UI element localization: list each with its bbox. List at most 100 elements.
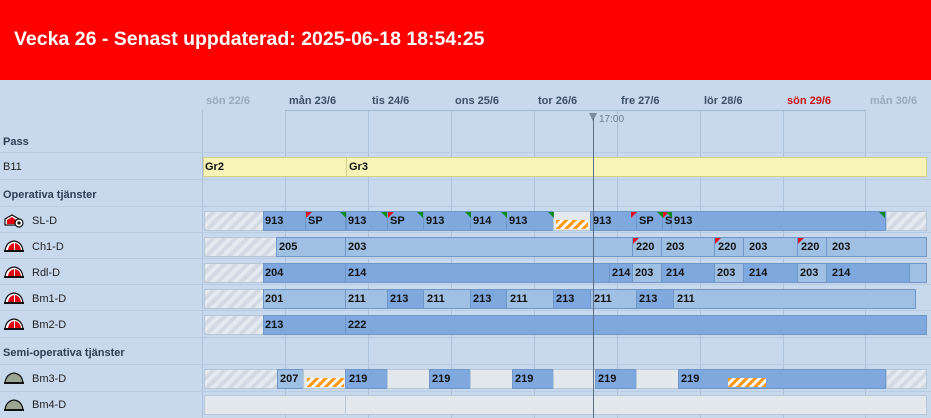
schedule-bar (204, 315, 264, 335)
fire-helmet-red-icon (4, 318, 24, 330)
bar-label: 214 (749, 267, 768, 279)
day-header[interactable]: mån 30/6 (870, 95, 917, 107)
day-header[interactable]: lör 28/6 (704, 95, 743, 107)
bar-label: 214 (832, 267, 851, 279)
green-flag-icon (340, 212, 346, 218)
bar-label: 913 (509, 215, 528, 227)
bar-label: S (665, 215, 673, 227)
day-header[interactable]: ons 25/6 (455, 95, 499, 107)
schedule-bar (387, 369, 430, 389)
fire-helmet-red-icon (4, 240, 24, 252)
schedule-bar[interactable] (346, 157, 927, 177)
schedule-bar[interactable] (909, 263, 927, 283)
row-divider (0, 232, 931, 233)
green-flag-icon (879, 212, 885, 218)
schedule-bar (636, 369, 679, 389)
bar-label: SP (308, 215, 323, 227)
alert-stripe (307, 378, 344, 387)
green-flag-icon (465, 212, 471, 218)
fire-helmet-red-icon (4, 292, 24, 304)
row-label-b11: B11 (3, 161, 22, 173)
section-operativa: Operativa tjänster (3, 189, 97, 201)
row-label-sl-d: SL-D (32, 215, 58, 227)
week-range-line (285, 110, 865, 111)
schedule-bar (204, 211, 264, 231)
bar-label: 914 (473, 215, 492, 227)
row-divider (0, 310, 931, 311)
schedule-bar[interactable] (678, 369, 886, 389)
bar-label: 222 (348, 319, 367, 331)
section-pass: Pass (3, 136, 29, 148)
day-header[interactable]: mån 23/6 (289, 95, 336, 107)
bar-label: 220 (718, 241, 737, 253)
bar-label: 219 (681, 373, 700, 385)
bar-label: 203 (348, 241, 367, 253)
bar-label: 211 (510, 293, 528, 305)
header-bar: Vecka 26 - Senast uppdaterad: 2025-06-18… (0, 0, 931, 80)
fire-truck-red-icon (4, 214, 24, 228)
green-flag-icon (381, 212, 387, 218)
bar-label: 203 (635, 267, 654, 279)
row-divider (0, 364, 931, 365)
row-divider (0, 391, 931, 392)
schedule-bar[interactable] (345, 315, 927, 335)
schedule-bar (470, 369, 513, 389)
fire-helmet-grey-icon (4, 372, 24, 384)
schedule-bar (886, 369, 927, 389)
schedule-bar (553, 369, 596, 389)
bar-label: 219 (598, 373, 617, 385)
bar-label: 213 (639, 293, 658, 305)
schedule-bar[interactable] (671, 211, 886, 231)
day-header[interactable]: fre 27/6 (621, 95, 660, 107)
bar-label: Gr2 (205, 161, 224, 173)
schedule-bar[interactable] (345, 237, 633, 257)
bar-label: 913 (593, 215, 612, 227)
row-divider (0, 258, 931, 259)
bar-label: 913 (348, 215, 367, 227)
section-semi-operativa: Semi-operativa tjänster (3, 347, 125, 359)
day-header[interactable]: sön 29/6 (787, 95, 831, 107)
schedule-bar[interactable] (673, 289, 916, 309)
red-flag-icon (631, 212, 637, 218)
bar-label: 213 (556, 293, 575, 305)
bar-label: 913 (426, 215, 445, 227)
page-title: Vecka 26 - Senast uppdaterad: 2025-06-18… (14, 28, 485, 50)
alert-stripe (728, 378, 766, 387)
green-flag-icon (501, 212, 507, 218)
bar-label: 219 (515, 373, 534, 385)
row-label-bm1-d: Bm1-D (32, 293, 67, 305)
bar-label: 201 (265, 293, 284, 305)
bar-label: 207 (280, 373, 299, 385)
schedule-bar (204, 289, 264, 309)
day-header[interactable]: sön 22/6 (206, 95, 250, 107)
bar-label: 203 (666, 241, 685, 253)
bar-label: 203 (832, 241, 851, 253)
bar-label: 211 (594, 293, 612, 305)
schedule-bar (204, 369, 278, 389)
now-line (593, 118, 594, 418)
bar-label: 213 (265, 319, 284, 331)
bar-label: 913 (265, 215, 284, 227)
day-header[interactable]: tis 24/6 (372, 95, 409, 107)
bar-label: 214 (612, 267, 631, 279)
bar-label: 213 (473, 293, 492, 305)
bar-label: 219 (349, 373, 368, 385)
bar-label: 913 (674, 215, 693, 227)
bar-label: 219 (432, 373, 451, 385)
schedule-bar[interactable] (345, 263, 610, 283)
day-header[interactable]: tor 26/6 (538, 95, 577, 107)
row-label-bm3-d: Bm3-D (32, 373, 67, 385)
schedule-bar[interactable] (203, 157, 347, 177)
bar-label: Gr3 (349, 161, 368, 173)
schedule-bar (886, 211, 927, 231)
bar-label: 204 (265, 267, 284, 279)
bar-label: 220 (636, 241, 655, 253)
bar-label: 220 (801, 241, 820, 253)
bar-label: 205 (279, 241, 298, 253)
schedule-bar (345, 395, 927, 415)
bar-label: 203 (800, 267, 819, 279)
row-divider (0, 206, 931, 207)
row-divider (0, 152, 931, 153)
green-flag-icon (417, 212, 423, 218)
bar-label: 211 (427, 293, 445, 305)
